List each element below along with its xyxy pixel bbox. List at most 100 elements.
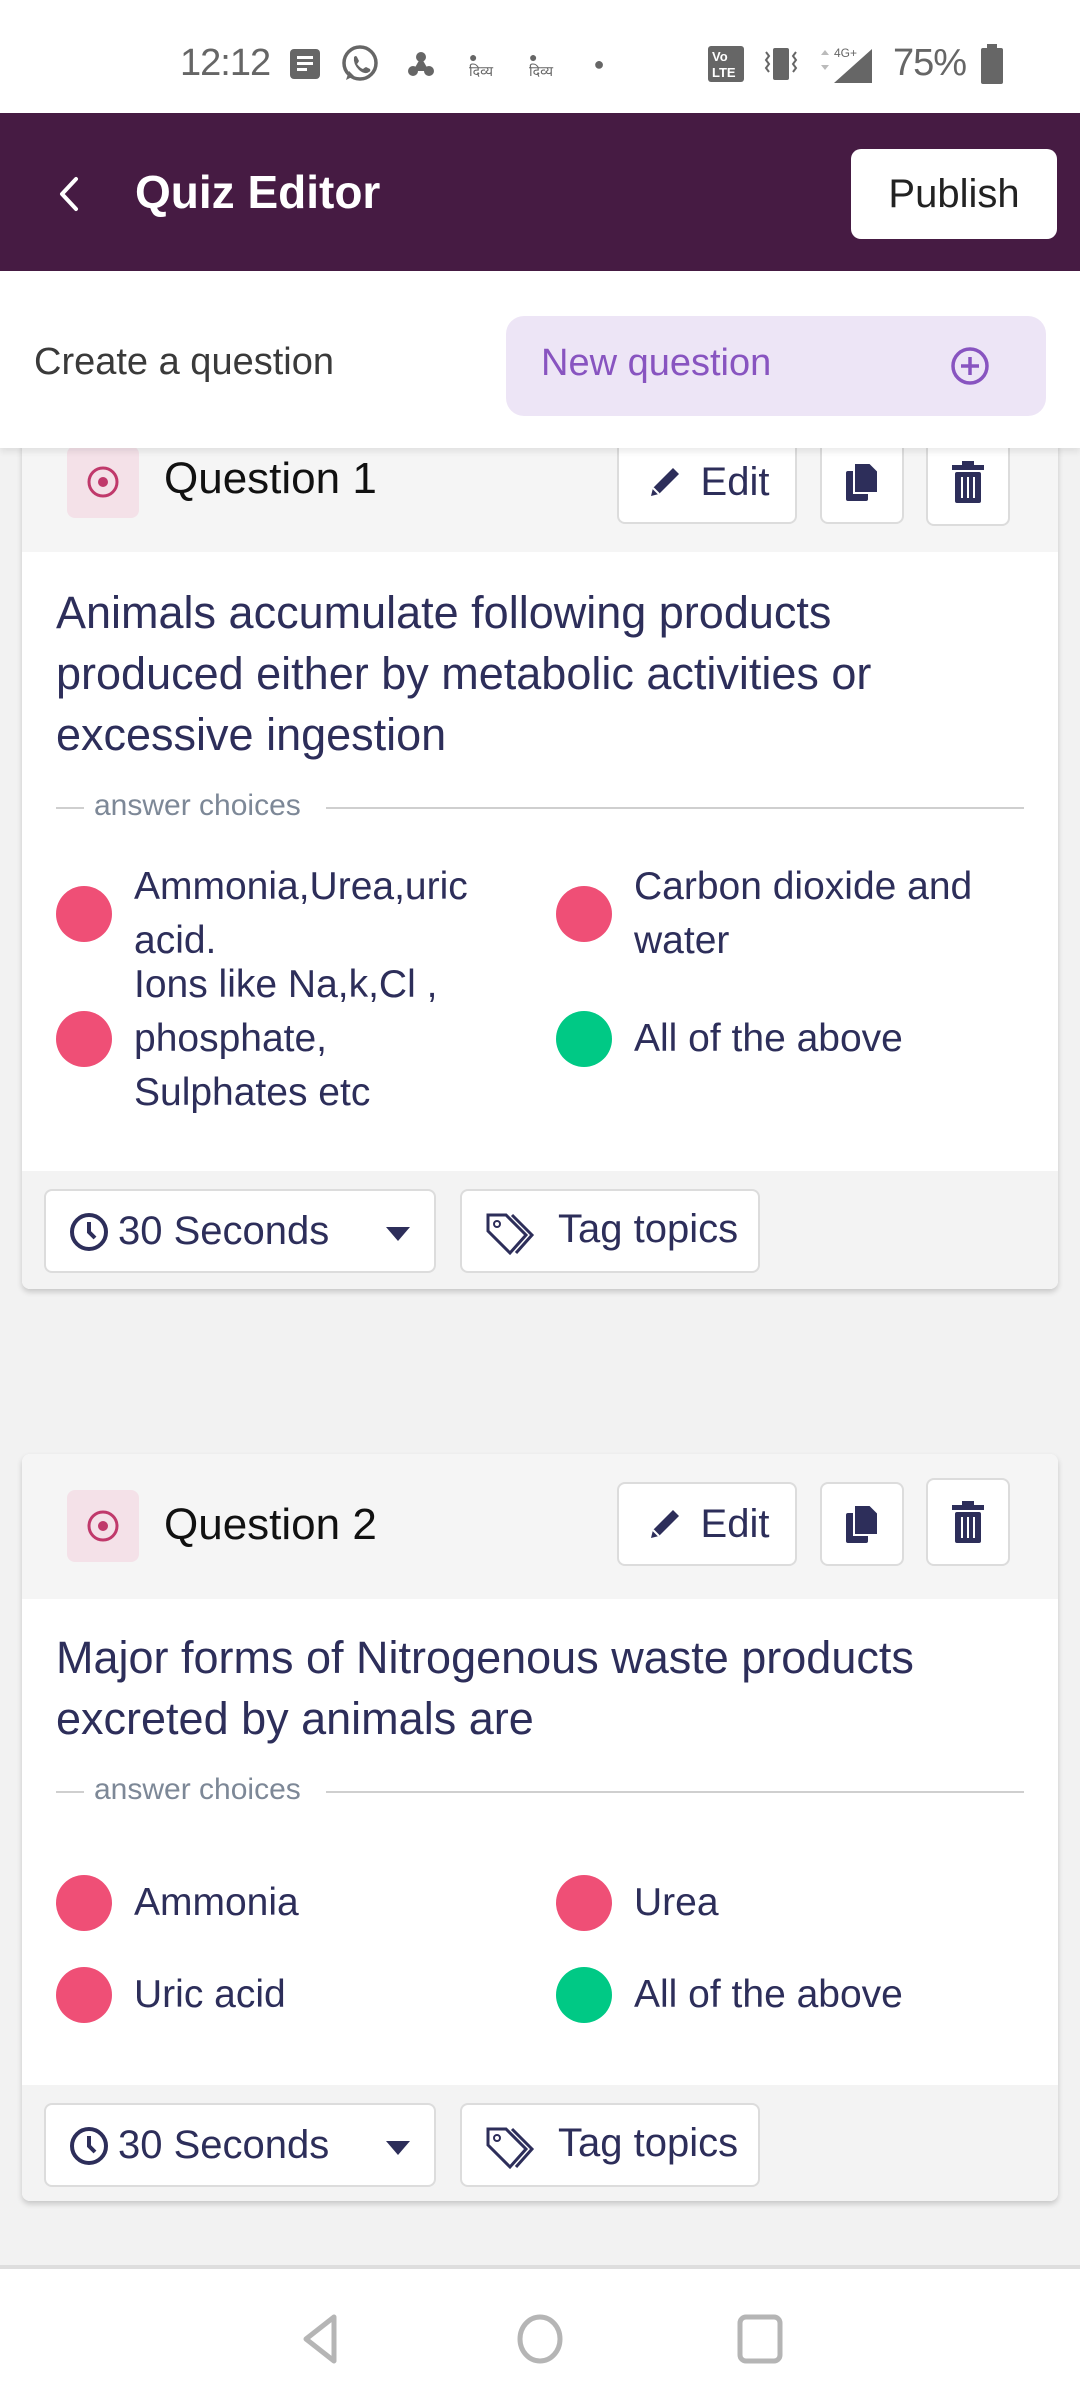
answer-choices-label: answer choices	[94, 1773, 301, 1806]
nav-recents-icon[interactable]	[730, 2309, 790, 2369]
question-text: Major forms of Nitrogenous waste product…	[56, 1632, 914, 1744]
question-title: Question 2	[164, 1500, 377, 1549]
whatsapp-icon	[340, 45, 380, 82]
dropdown-caret-icon	[386, 1227, 410, 1241]
svg-text:LTE: LTE	[712, 65, 736, 80]
volte-icon: Vo LTE	[708, 46, 744, 82]
question-footer: 30 Seconds Tag topics	[22, 2085, 1058, 2201]
status-bar: 12:12 ● दिव्य ● दिव्य ● Vo LTE 4G+ 75%	[0, 0, 1080, 113]
time-limit-value: 30 Seconds	[118, 2123, 330, 2167]
publish-button[interactable]: Publish	[851, 149, 1057, 239]
svg-text:4G+: 4G+	[834, 46, 857, 60]
trash-icon	[952, 461, 984, 503]
answer-choice: Urea	[556, 1857, 1036, 1949]
answer-choice: All of the above	[556, 1949, 1036, 2041]
answer-choices: Ammonia Urea Uric acid All of the above	[56, 1857, 1024, 2041]
answer-choice: Ammonia	[56, 1857, 556, 1949]
tag-icon	[486, 2127, 535, 2170]
question-text: Animals accumulate following products pr…	[56, 587, 872, 760]
answer-choice: Uric acid	[56, 1949, 556, 2041]
incorrect-indicator	[56, 886, 112, 942]
answer-choice: All of the above	[556, 969, 1036, 1109]
vibrate-icon	[760, 46, 802, 82]
nav-home-icon[interactable]	[510, 2309, 570, 2369]
answer-choices: Ammonia,Urea,uric acid. Carbon dioxide a…	[56, 859, 1024, 1114]
question-body: Major forms of Nitrogenous waste product…	[22, 1599, 1058, 2085]
notification-icon	[288, 46, 322, 82]
status-time: 12:12	[180, 42, 271, 84]
clock-icon	[70, 1213, 108, 1251]
edit-label: Edit	[700, 459, 770, 504]
time-limit-value: 30 Seconds	[118, 1209, 330, 1253]
delete-button[interactable]	[926, 1478, 1010, 1566]
question-card: Question 2 Edit Major forms of Nitrogeno…	[22, 1454, 1058, 2201]
time-limit-select[interactable]: 30 Seconds	[44, 1189, 436, 1273]
tag-topics-label: Tag topics	[558, 2121, 739, 2165]
dropdown-caret-icon	[386, 2141, 410, 2155]
news-app-icon: ● दिव्य	[469, 49, 493, 79]
svg-text:Vo: Vo	[712, 49, 728, 64]
pencil-icon	[650, 1510, 679, 1538]
answer-choices-divider: answer choices	[56, 1773, 1024, 1813]
choice-text: Ions like Na,k,Cl , phosphate, Sulphates…	[134, 963, 438, 1114]
correct-indicator	[556, 1967, 612, 2023]
answer-choice: Ions like Na,k,Cl , phosphate, Sulphates…	[56, 963, 556, 1114]
create-question-bar: Create a question New question	[0, 271, 1080, 448]
delete-button[interactable]	[926, 438, 1010, 526]
tag-topics-label: Tag topics	[558, 1207, 739, 1251]
incorrect-indicator	[56, 1011, 112, 1067]
question-header: Question 2 Edit	[22, 1454, 1058, 1599]
edit-button[interactable]: Edit	[617, 1482, 797, 1566]
answer-choice: Ammonia,Urea,uric acid.	[56, 859, 556, 969]
incorrect-indicator	[56, 1967, 112, 2023]
answer-choices-label: answer choices	[94, 789, 301, 822]
tag-icon	[486, 1213, 535, 1256]
choice-text: All of the above	[634, 1973, 903, 2016]
incorrect-indicator	[556, 886, 612, 942]
trash-icon	[952, 1501, 984, 1543]
plus-circle-icon	[950, 346, 990, 386]
nav-back-icon[interactable]	[292, 2309, 352, 2369]
app-icon	[404, 46, 438, 82]
tag-topics-button[interactable]: Tag topics	[460, 1189, 760, 1273]
question-body: Animals accumulate following products pr…	[22, 552, 1058, 1171]
app-header: Quiz Editor Publish	[0, 113, 1080, 271]
time-limit-select[interactable]: 30 Seconds	[44, 2103, 436, 2187]
battery-icon	[978, 44, 1006, 84]
pencil-icon	[650, 468, 679, 496]
choice-text: Ammonia	[134, 1881, 299, 1924]
copy-icon	[846, 462, 879, 501]
edit-label: Edit	[700, 1501, 770, 1546]
new-question-button[interactable]: New question	[506, 316, 1046, 416]
signal-icon: 4G+	[816, 46, 876, 83]
duplicate-button[interactable]	[820, 1482, 904, 1566]
dot-icon: ●	[593, 53, 605, 74]
radio-target-icon	[87, 466, 119, 498]
battery-percent: 75%	[893, 42, 967, 84]
duplicate-button[interactable]	[820, 440, 904, 524]
tag-topics-button[interactable]: Tag topics	[460, 2103, 760, 2187]
edit-button[interactable]: Edit	[617, 440, 797, 524]
question-title: Question 1	[164, 454, 377, 503]
question-type-badge	[67, 1490, 139, 1562]
back-icon[interactable]	[52, 171, 88, 217]
choice-text: Uric acid	[134, 1973, 286, 2016]
question-footer: 30 Seconds Tag topics	[22, 1171, 1058, 1289]
choice-text: Carbon dioxide and water	[634, 865, 973, 962]
answer-choice: Carbon dioxide and water	[556, 859, 1036, 969]
choice-text: Ammonia,Urea,uric acid.	[134, 865, 468, 962]
correct-indicator	[556, 1011, 612, 1067]
question-card: Question 1 Edit Animals accumulate follo…	[22, 412, 1058, 1289]
choice-text: All of the above	[634, 1017, 903, 1060]
choice-text: Urea	[634, 1881, 719, 1924]
create-question-label: Create a question	[34, 341, 334, 383]
copy-icon	[846, 1504, 879, 1543]
news-app-icon: ● दिव्य	[529, 49, 553, 79]
question-type-badge	[67, 446, 139, 518]
new-question-label: New question	[541, 342, 772, 384]
answer-choices-divider: answer choices	[56, 789, 1024, 829]
radio-target-icon	[87, 1510, 119, 1542]
incorrect-indicator	[56, 1875, 112, 1931]
page-title: Quiz Editor	[135, 166, 381, 218]
system-nav-bar	[0, 2265, 1080, 2400]
